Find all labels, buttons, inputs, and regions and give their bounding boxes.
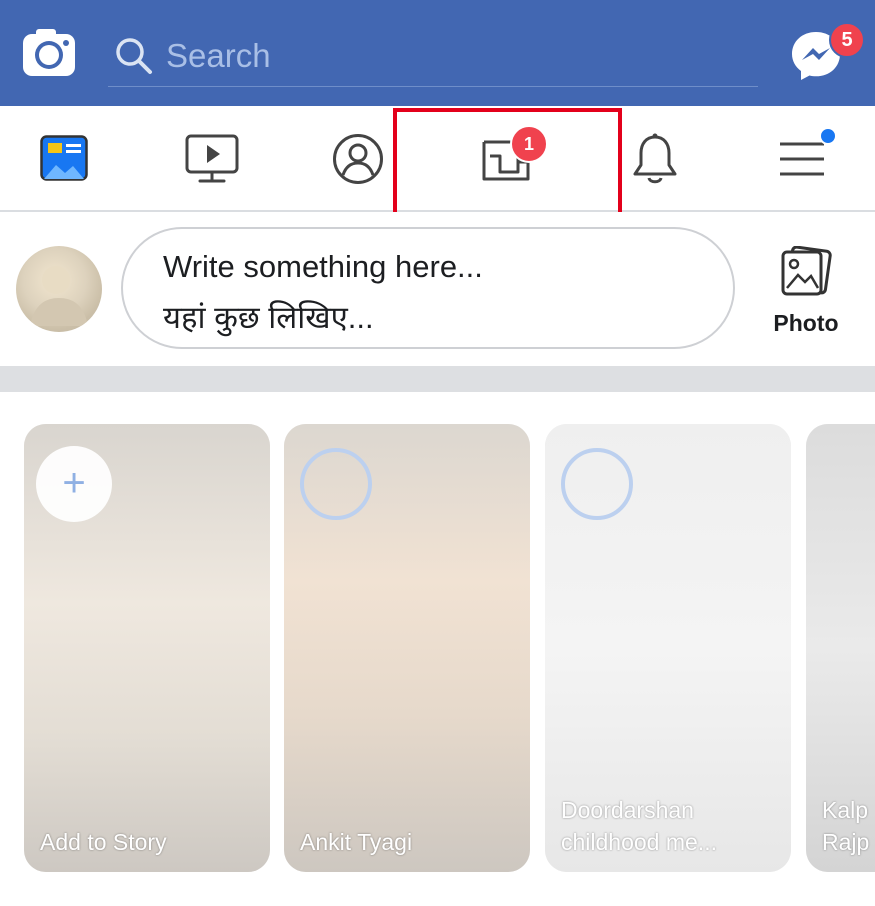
story-card[interactable]: Kalp Rajp [806, 424, 875, 872]
plus-icon: + [62, 461, 86, 505]
highlight-box [393, 108, 622, 218]
bell-icon [633, 133, 677, 184]
search-bar[interactable]: Search [108, 24, 758, 87]
avatar[interactable] [16, 246, 102, 332]
add-story-button[interactable]: + [36, 446, 112, 522]
story-card-add[interactable]: + Add to Story [24, 424, 270, 872]
search-placeholder: Search [166, 37, 271, 74]
tab-watch[interactable] [161, 106, 261, 210]
story-avatar-ring [300, 448, 372, 520]
story-caption: Add to Story [40, 829, 167, 855]
video-icon [185, 134, 239, 183]
tab-news-feed[interactable] [14, 106, 114, 210]
news-feed-icon [40, 135, 88, 181]
search-icon [114, 36, 154, 76]
menu-indicator-dot [819, 127, 837, 145]
top-app-bar: Search [0, 0, 875, 106]
hamburger-menu-icon [780, 142, 824, 176]
write-placeholder-english: Write something here... [163, 249, 483, 284]
story-caption: Ankit Tyagi [300, 829, 413, 855]
photo-icon [781, 246, 832, 296]
photo-button[interactable]: Photo [760, 244, 850, 344]
photo-label: Photo [773, 310, 839, 336]
messenger-unread-badge: 5 [829, 22, 865, 58]
write-placeholder-hindi: यहां कुछ लिखिए... [163, 300, 374, 335]
story-caption: Kalp Rajp [822, 797, 870, 855]
story-avatar-ring [561, 448, 633, 520]
section-divider [0, 366, 875, 392]
story-card[interactable]: Doordarshan childhood me... [545, 424, 791, 872]
profile-icon [333, 134, 383, 184]
camera-icon[interactable] [22, 28, 76, 78]
story-caption: Doordarshan childhood me... [561, 797, 717, 855]
story-card[interactable]: Ankit Tyagi [284, 424, 530, 872]
tab-menu[interactable] [752, 106, 852, 210]
